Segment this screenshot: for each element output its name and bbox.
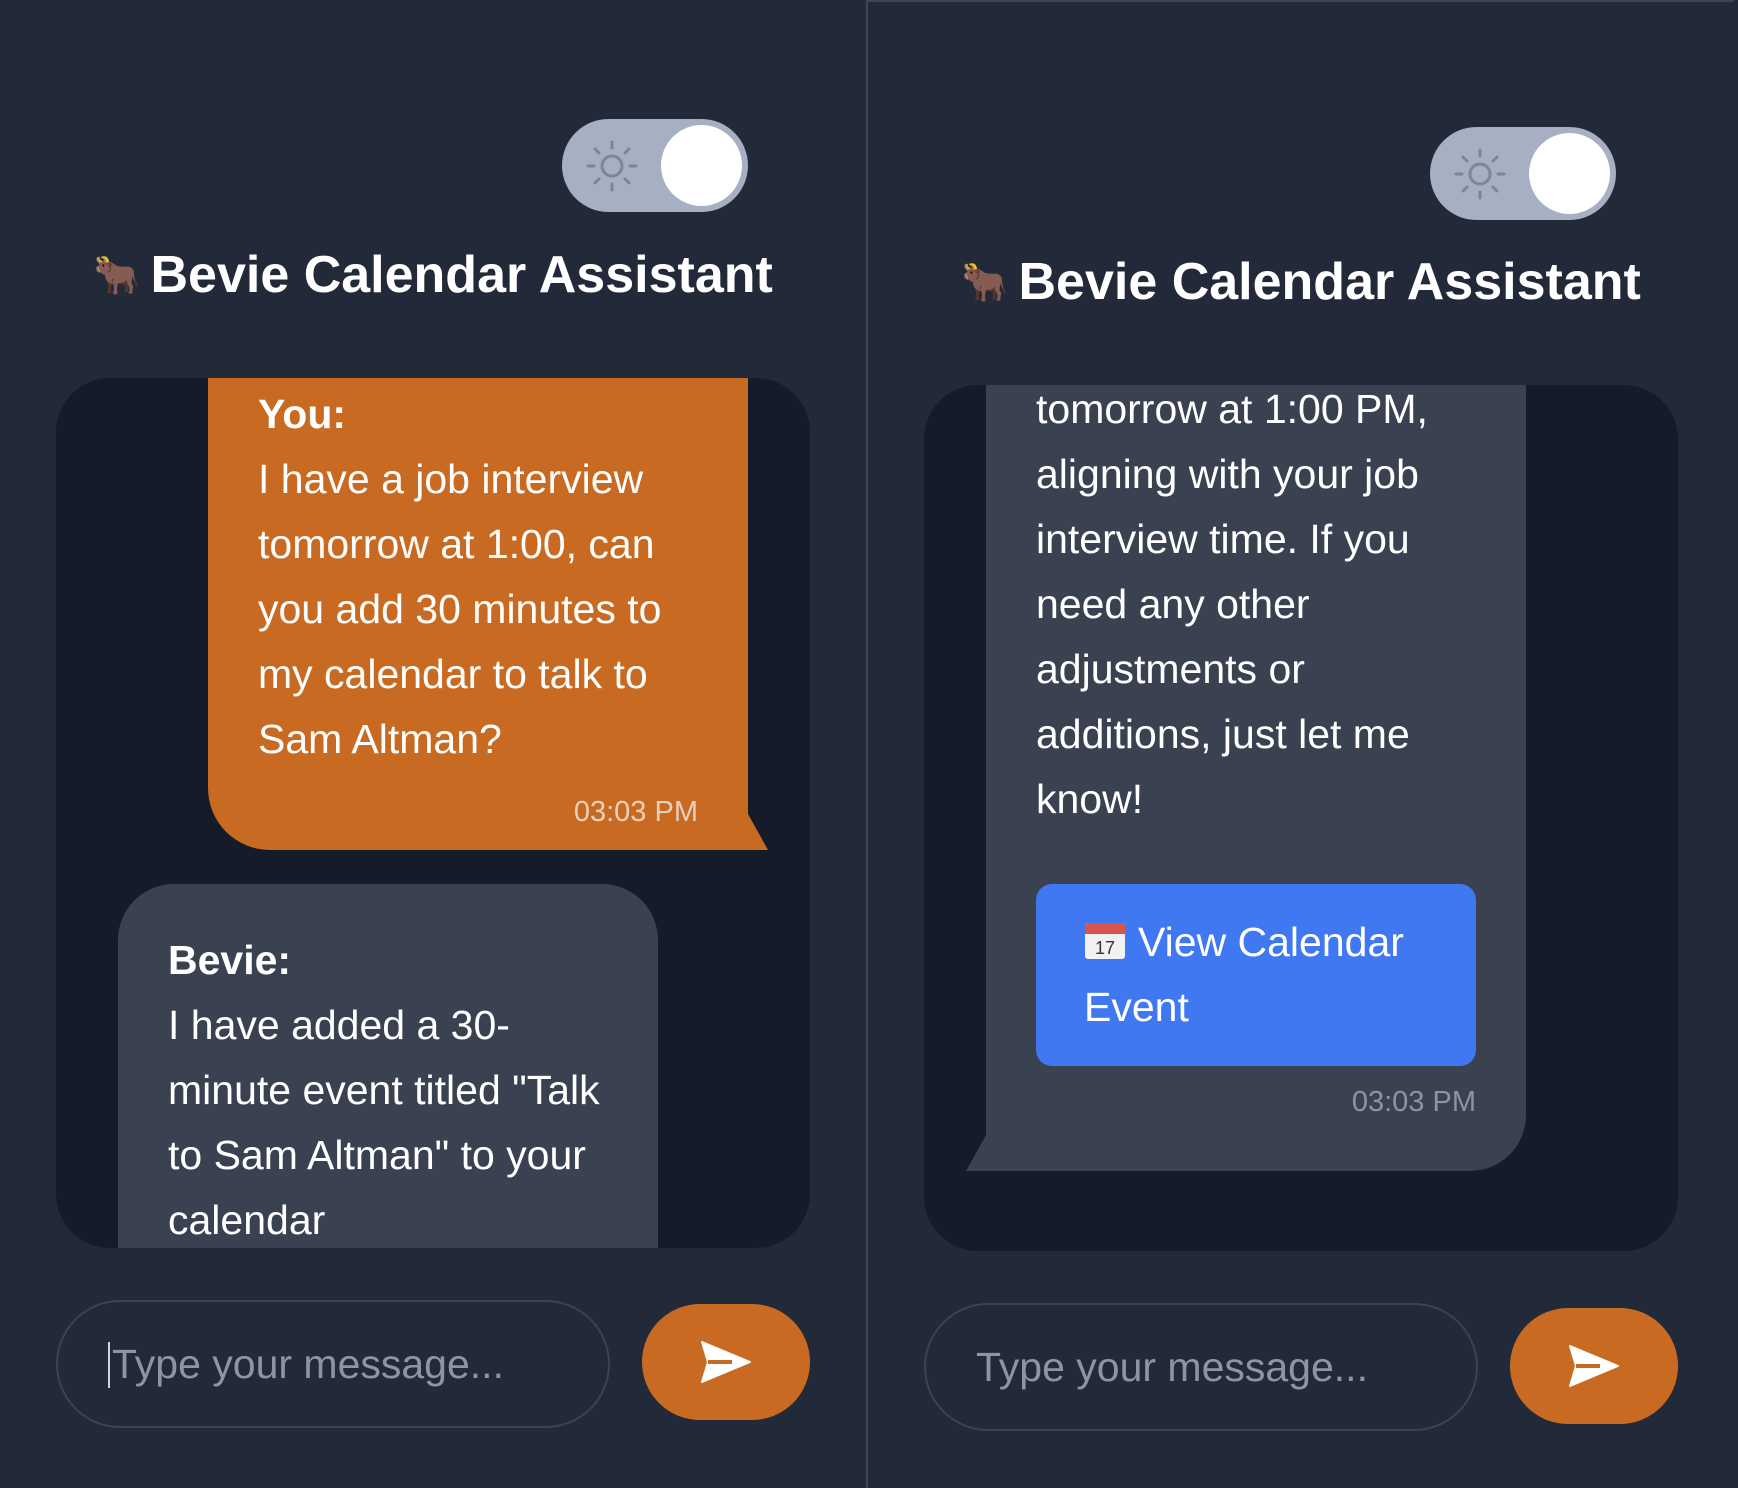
theme-toggle[interactable]: [562, 119, 748, 212]
sun-icon: [1454, 148, 1506, 200]
message-input[interactable]: Type your message...: [56, 1300, 610, 1428]
chat-messages[interactable]: tomorrow at 1:00 PM, aligning with your …: [924, 385, 1678, 1251]
ox-emoji-icon: 🐂: [93, 255, 141, 297]
screenshot-stage: 🐂 Bevie Calendar Assistant You: I have a …: [0, 0, 1738, 1488]
user-message-bubble: You: I have a job interview tomorrow at …: [208, 378, 768, 850]
send-icon: [1569, 1345, 1619, 1387]
page-title: 🐂 Bevie Calendar Assistant: [0, 245, 866, 305]
bubble-tail: [748, 814, 768, 850]
text-caret: [108, 1342, 110, 1388]
input-placeholder: Type your message...: [976, 1344, 1368, 1390]
user-message-time: 03:03 PM: [573, 796, 698, 828]
chat-messages[interactable]: You: I have a job interview tomorrow at …: [56, 378, 810, 1248]
input-placeholder: Type your message...: [112, 1341, 504, 1387]
sun-icon: [586, 140, 638, 192]
bot-message-text: I have added a 30-minute event titled "T…: [168, 1002, 600, 1243]
bot-message-time: 03:03 PM: [1351, 1086, 1476, 1118]
send-icon: [701, 1341, 751, 1383]
bot-message-bubble: tomorrow at 1:00 PM, aligning with your …: [966, 385, 1526, 1171]
toggle-knob: [1529, 133, 1610, 214]
bubble-tail: [966, 1135, 986, 1171]
message-input[interactable]: Type your message...: [924, 1303, 1478, 1431]
view-calendar-event-button[interactable]: 17 View Calendar Event: [1036, 884, 1476, 1066]
send-button[interactable]: [642, 1304, 810, 1420]
bot-message-bubble: Bevie: I have added a 30-minute event ti…: [118, 884, 658, 1248]
bot-message-text: tomorrow at 1:00 PM, aligning with your …: [1036, 386, 1428, 822]
user-message-text: I have a job interview tomorrow at 1:00,…: [258, 456, 662, 762]
chat-panel-left: 🐂 Bevie Calendar Assistant You: I have a …: [0, 0, 866, 1488]
chat-panel-right: 🐂 Bevie Calendar Assistant tomorrow at 1:…: [868, 0, 1734, 1488]
page-title: 🐂 Bevie Calendar Assistant: [868, 252, 1734, 312]
title-text: Bevie Calendar Assistant: [150, 246, 773, 304]
title-text: Bevie Calendar Assistant: [1018, 253, 1641, 311]
calendar-icon: 17: [1084, 914, 1126, 959]
svg-text:17: 17: [1095, 938, 1115, 958]
user-sender-label: You:: [258, 391, 347, 437]
bot-sender-label: Bevie:: [168, 937, 292, 983]
toggle-knob: [661, 125, 742, 206]
send-button[interactable]: [1510, 1308, 1678, 1424]
ox-emoji-icon: 🐂: [961, 262, 1009, 304]
theme-toggle[interactable]: [1430, 127, 1616, 220]
view-calendar-event-label: View Calendar Event: [1084, 919, 1404, 1030]
